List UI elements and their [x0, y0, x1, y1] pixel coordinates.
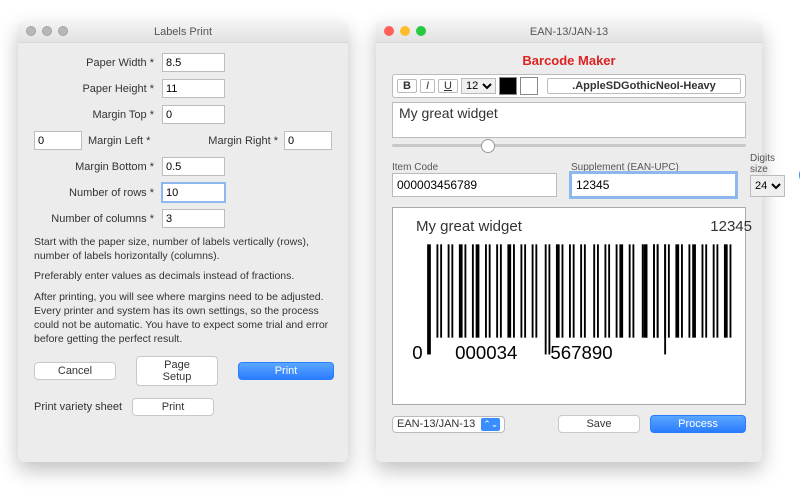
slider-thumb-icon[interactable]	[481, 139, 495, 153]
paper-height-label: Paper Height *	[34, 83, 162, 95]
preview-supplement: 12345	[710, 218, 752, 235]
process-button[interactable]: Process	[650, 415, 746, 433]
barcode-group1: 000034	[455, 342, 517, 363]
rows-input[interactable]	[162, 183, 225, 202]
help-text-3: After printing, you will see where margi…	[34, 290, 332, 347]
chevron-updown-icon: ⌃⌄	[481, 418, 500, 431]
zoom-icon[interactable]	[416, 26, 426, 36]
paper-height-input[interactable]	[162, 79, 225, 98]
paper-width-input[interactable]	[162, 53, 225, 72]
barcode-group2: 567890	[550, 342, 612, 363]
italic-button[interactable]: I	[420, 79, 435, 93]
text-toolbar: B I U 12 .AppleSDGothicNeoI-Heavy	[392, 74, 746, 98]
help-text-2: Preferably enter values as decimals inst…	[34, 269, 332, 283]
font-name-label[interactable]: .AppleSDGothicNeoI-Heavy	[547, 78, 741, 94]
font-size-select[interactable]: 12	[461, 78, 496, 94]
margin-top-label: Margin Top *	[34, 109, 162, 121]
variety-sheet-label: Print variety sheet	[34, 401, 122, 413]
margin-top-input[interactable]	[162, 105, 225, 124]
help-text-1: Start with the paper size, number of lab…	[34, 235, 332, 263]
barcode-preview: My great widget 12345 0 000034 567890	[392, 207, 746, 405]
title-textarea[interactable]: My great widget	[392, 102, 746, 138]
margin-bottom-label: Margin Bottom *	[34, 161, 162, 173]
bg-color-swatch[interactable]	[520, 77, 538, 95]
margin-right-label: Margin Right *	[208, 135, 278, 147]
margin-bottom-input[interactable]	[162, 157, 225, 176]
page-setup-button[interactable]: Page Setup	[136, 356, 218, 386]
barcode-graphic: 0 000034 567890	[401, 235, 737, 375]
item-code-input[interactable]	[392, 173, 557, 197]
window-title: EAN-13/JAN-13	[530, 26, 608, 38]
rows-label: Number of rows *	[34, 187, 162, 199]
digits-size-label: Digits size	[750, 153, 785, 175]
zoom-icon[interactable]	[58, 26, 68, 36]
paper-width-label: Paper Width *	[34, 57, 162, 69]
supplement-input[interactable]	[571, 173, 736, 197]
cancel-button[interactable]: Cancel	[34, 362, 116, 380]
item-code-label: Item Code	[392, 162, 557, 173]
close-icon[interactable]	[26, 26, 36, 36]
minimize-icon[interactable]	[400, 26, 410, 36]
barcode-type-label: EAN-13/JAN-13	[397, 418, 475, 430]
close-icon[interactable]	[384, 26, 394, 36]
minimize-icon[interactable]	[42, 26, 52, 36]
cols-input[interactable]	[162, 209, 225, 228]
underline-button[interactable]: U	[438, 79, 458, 93]
window-titlebar[interactable]: EAN-13/JAN-13	[376, 22, 762, 43]
supplement-label: Supplement (EAN-UPC)	[571, 162, 736, 173]
print-button[interactable]: Print	[238, 362, 334, 380]
text-color-swatch[interactable]	[499, 77, 517, 95]
bold-button[interactable]: B	[397, 79, 417, 93]
save-button[interactable]: Save	[558, 415, 640, 433]
app-name: Barcode Maker	[392, 53, 746, 68]
margin-left-label: Margin Left *	[88, 135, 150, 147]
margin-right-input[interactable]	[284, 131, 332, 150]
labels-print-window: Labels Print Paper Width * Paper Height …	[18, 22, 348, 462]
margin-left-input[interactable]	[34, 131, 82, 150]
digits-size-select[interactable]: 24	[750, 175, 785, 197]
width-slider[interactable]	[392, 144, 746, 147]
barcode-window: EAN-13/JAN-13 Barcode Maker B I U 12 .Ap…	[376, 22, 762, 462]
window-titlebar[interactable]: Labels Print	[18, 22, 348, 43]
variety-print-button[interactable]: Print	[132, 398, 214, 416]
window-title: Labels Print	[154, 26, 212, 38]
barcode-type-select[interactable]: EAN-13/JAN-13 ⌃⌄	[392, 416, 505, 433]
title-text: My great widget	[399, 105, 498, 121]
preview-title: My great widget	[416, 218, 522, 235]
barcode-lead-digit: 0	[412, 342, 422, 363]
cols-label: Number of columns *	[34, 213, 162, 225]
